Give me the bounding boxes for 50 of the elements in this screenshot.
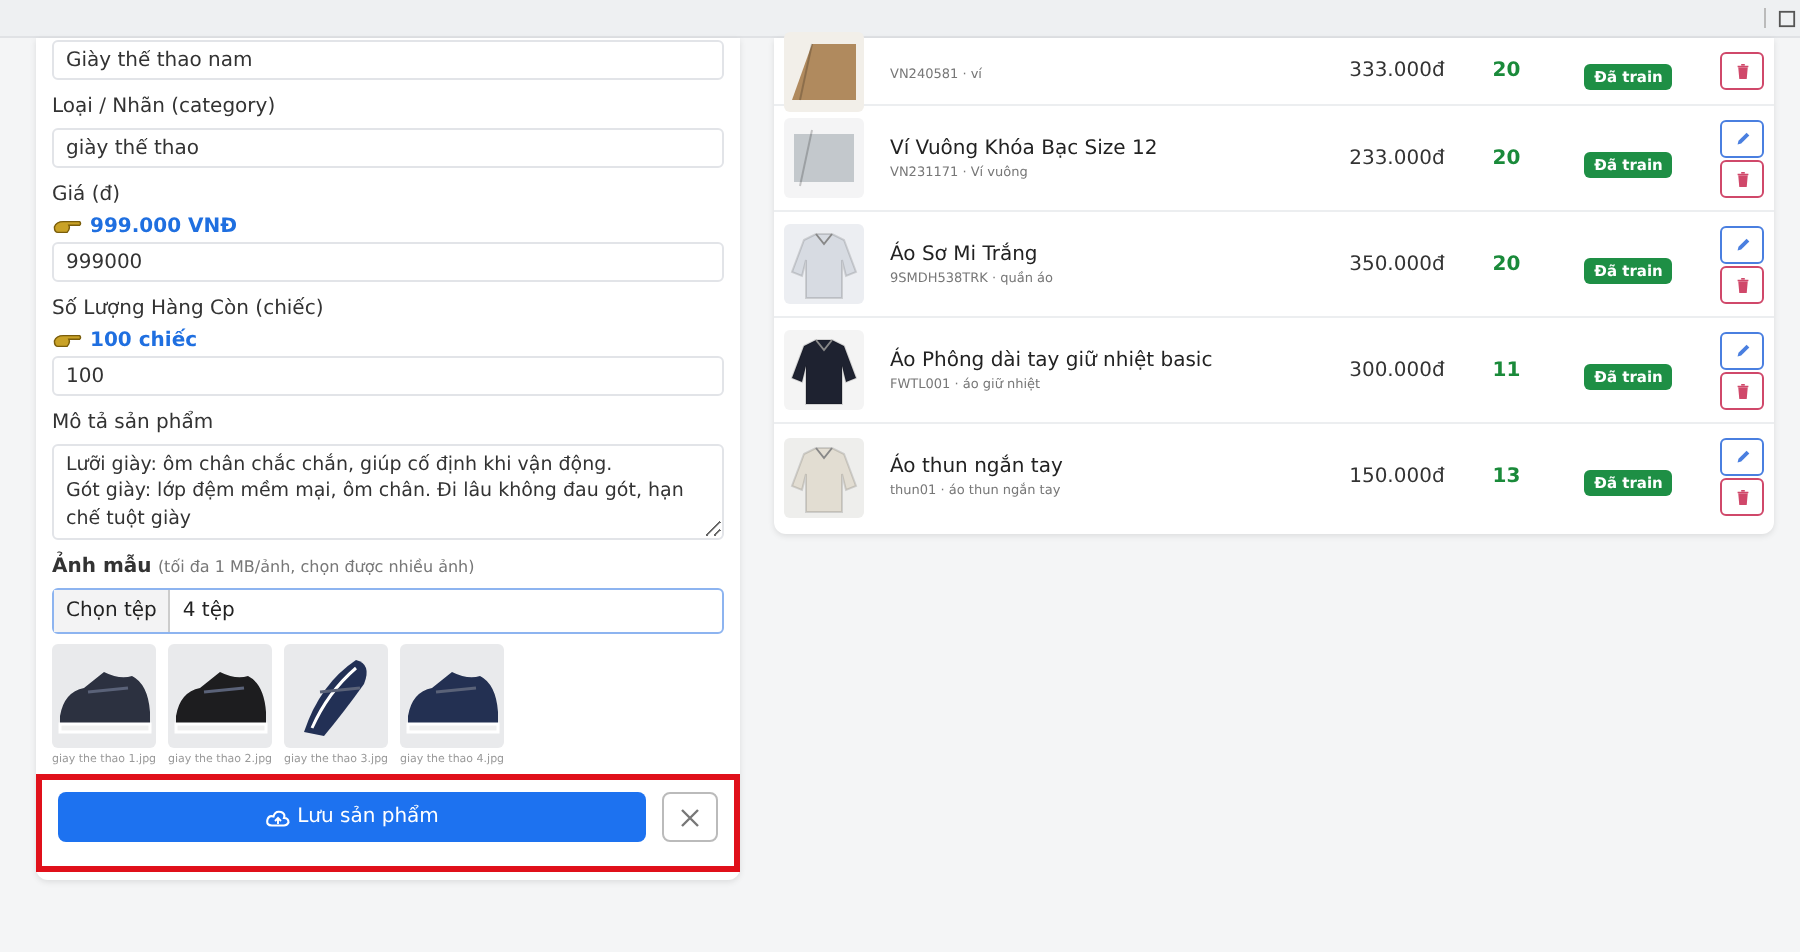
- file-input[interactable]: Chọn tệp 4 tệp: [52, 588, 724, 634]
- close-icon: [680, 807, 700, 827]
- product-name: Ví Vuông Khóa Bạc Size 12: [890, 137, 1160, 159]
- field-label: Loại / Nhãn (category): [52, 96, 278, 118]
- cloud-upload-icon: [265, 807, 290, 827]
- field-label: Mô tả sản phẩm: [52, 412, 216, 434]
- price-text: 350.000đ: [1347, 253, 1445, 275]
- delete-button[interactable]: [1720, 159, 1764, 197]
- save-button[interactable]: Lưu sản phẩm: [58, 792, 646, 842]
- field-label: Giá (đ): [52, 184, 122, 206]
- stock-count: 13: [1490, 466, 1523, 488]
- delete-button[interactable]: [1720, 371, 1764, 409]
- price-text: 333.000đ: [1347, 60, 1445, 82]
- delete-button[interactable]: [1720, 265, 1764, 303]
- formatted-value: 100 chiếc: [90, 330, 198, 352]
- edit-button[interactable]: [1720, 331, 1764, 369]
- pencil-icon: [1733, 448, 1751, 466]
- field-label: Số Lượng Hàng Còn (chiếc): [52, 298, 326, 320]
- description-textarea[interactable]: Lưỡi giày: ôm chân chắc chắn, giúp cố định khi vận động. Gót giày: lớp đệm mềm mại, ôm chân. Đi lâu không đau gót, hạn chế tuột giày: [52, 444, 724, 540]
- pencil-icon: [1733, 129, 1751, 147]
- stock-count: 20: [1490, 147, 1523, 169]
- edit-button[interactable]: [1720, 438, 1764, 476]
- pencil-icon: [1733, 235, 1751, 253]
- price-text: 300.000đ: [1347, 359, 1445, 381]
- stock-count: 20: [1490, 253, 1523, 275]
- pointing-hand-icon: [52, 218, 82, 236]
- price-text: 233.000đ: [1347, 147, 1445, 169]
- text-input[interactable]: 100: [52, 356, 724, 396]
- product-name: Áo Phông dài tay giữ nhiệt basic: [890, 349, 1215, 371]
- trash-icon: [1733, 488, 1751, 506]
- text-input[interactable]: 999000: [52, 242, 724, 282]
- price-text: 150.000đ: [1347, 466, 1445, 488]
- trash-icon: [1733, 381, 1751, 399]
- trash-icon: [1733, 169, 1751, 187]
- delete-button[interactable]: [1720, 52, 1764, 90]
- edit-button[interactable]: [1720, 225, 1764, 263]
- close-button[interactable]: [662, 792, 718, 842]
- stock-count: 11: [1490, 359, 1523, 381]
- trash-icon: [1733, 62, 1751, 80]
- formatted-value: 999.000 VNĐ: [90, 216, 238, 238]
- pointing-hand-icon: [52, 332, 82, 350]
- product-name: Áo Sơ Mi Trắng: [890, 243, 1040, 265]
- edit-button[interactable]: [1720, 119, 1764, 157]
- window-icon[interactable]: [1778, 9, 1796, 27]
- trash-icon: [1733, 275, 1751, 293]
- field-label: Ảnh mẫu (tối đa 1 MB/ảnh, chọn được nhiều ảnh): [52, 556, 724, 578]
- stock-count: 20: [1490, 60, 1523, 82]
- pencil-icon: [1733, 341, 1751, 359]
- product-name: Áo thun ngắn tay: [890, 456, 1065, 478]
- delete-button[interactable]: [1720, 478, 1764, 516]
